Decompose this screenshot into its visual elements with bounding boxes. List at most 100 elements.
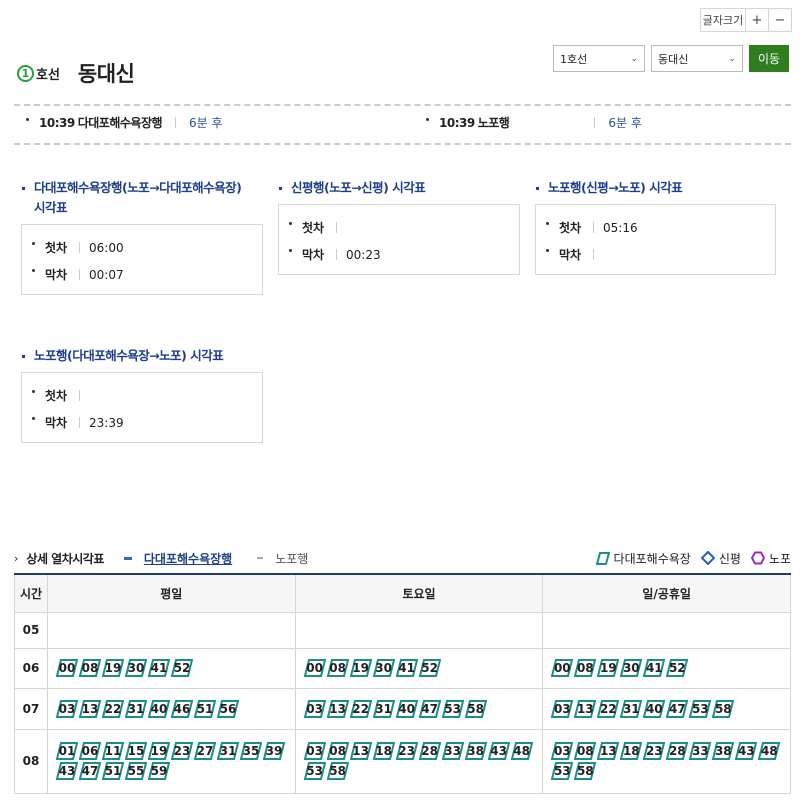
station-select-value: 동대신 bbox=[658, 52, 689, 66]
minute-value: 23 bbox=[173, 744, 191, 758]
first-train-row: 첫차 06:00 bbox=[30, 234, 254, 261]
station-select[interactable]: 동대신 ⌄ bbox=[651, 45, 743, 72]
minute-badge: 06 bbox=[78, 742, 101, 760]
minute-value: 48 bbox=[513, 744, 530, 758]
minute-value: 03 bbox=[553, 701, 571, 716]
minute-value: 00 bbox=[553, 661, 571, 675]
tab-label: 노포행 bbox=[275, 551, 309, 566]
font-increase-button[interactable]: + bbox=[745, 8, 769, 32]
minute-badge: 00 bbox=[303, 659, 326, 677]
legend-item: 다대포해수욕장 bbox=[595, 550, 691, 567]
minute-value: 00 bbox=[58, 661, 76, 675]
minute-value: 13 bbox=[352, 744, 369, 758]
minute-value: 39 bbox=[265, 744, 283, 758]
minute-badge: 08 bbox=[326, 742, 349, 760]
minute-value: 03 bbox=[553, 744, 571, 758]
minute-badge: 01 bbox=[55, 742, 78, 760]
minute-badge: 19 bbox=[349, 659, 372, 677]
minute-value: 22 bbox=[352, 701, 369, 716]
minute-value: 18 bbox=[622, 744, 640, 758]
minute-badge: 19 bbox=[101, 659, 124, 677]
minutes-cell bbox=[46, 611, 296, 649]
minute-badge: 08 bbox=[574, 742, 597, 760]
minute-value: 23 bbox=[398, 744, 415, 758]
tab-label: 다대포해수욕장행 bbox=[143, 551, 233, 566]
chevron-down-icon: ⌄ bbox=[630, 53, 638, 64]
minute-badge: 53 bbox=[303, 762, 326, 780]
minute-value: 13 bbox=[81, 701, 99, 716]
minute-value: 22 bbox=[104, 701, 122, 716]
timetable-title-line: 노포행(다대포해수욕장→노포) 시각표 bbox=[34, 348, 224, 363]
minute-value: 47 bbox=[668, 701, 686, 716]
minute-value: 53 bbox=[306, 764, 323, 778]
minutes-cell: 00 08 19 30 41 52 bbox=[294, 647, 544, 689]
minute-value: 31 bbox=[219, 744, 237, 758]
minute-badge: 47 bbox=[418, 699, 441, 718]
minute-badge: 18 bbox=[620, 742, 643, 760]
minute-value: 43 bbox=[58, 764, 76, 778]
minute-badge: 30 bbox=[124, 659, 147, 677]
line-select[interactable]: 1호선 ⌄ bbox=[553, 45, 645, 72]
minute-value: 08 bbox=[329, 744, 346, 758]
legend-item: 신평 bbox=[700, 550, 741, 567]
first-train-label: 첫차 bbox=[45, 241, 68, 255]
minute-value: 00 bbox=[306, 661, 323, 675]
station-selector: 1호선 ⌄ 동대신 ⌄ 이동 bbox=[553, 45, 789, 72]
minute-badge: 19 bbox=[597, 659, 620, 677]
first-train-time: 06:00 bbox=[89, 240, 124, 255]
font-size-controls: 글자크기 + − bbox=[700, 8, 792, 32]
hour-cell: 08 bbox=[14, 728, 48, 794]
hexagon-icon bbox=[750, 551, 765, 565]
last-train-row: 막차 00:23 bbox=[287, 241, 511, 268]
minute-value: 58 bbox=[576, 764, 594, 778]
tab-dadaepo[interactable]: 다대포해수욕장행 bbox=[123, 550, 233, 567]
timetable-title: 신평행(노포→신평) 시각표 bbox=[278, 178, 520, 198]
arrival-time: 10:39 bbox=[39, 115, 75, 130]
minute-value: 06 bbox=[81, 744, 99, 758]
minute-badge: 23 bbox=[643, 742, 666, 760]
minute-value: 19 bbox=[150, 744, 168, 758]
minute-badge: 58 bbox=[712, 699, 735, 718]
last-train-row: 막차 00:07 bbox=[30, 261, 254, 288]
minute-value: 52 bbox=[668, 661, 686, 675]
go-button[interactable]: 이동 bbox=[749, 45, 789, 72]
timetable-title-line: 노포행(신평→노포) 시각표 bbox=[548, 180, 683, 195]
bullet-icon bbox=[546, 249, 549, 252]
minute-value: 56 bbox=[219, 701, 237, 716]
minute-value: 30 bbox=[127, 661, 145, 675]
arrival-info: 10:39 다대포해수욕장행 6분 후 10:39 노포행 6분 후 bbox=[14, 114, 791, 131]
font-decrease-button[interactable]: − bbox=[768, 8, 792, 32]
first-train-row: 첫차 05:16 bbox=[544, 214, 767, 241]
minute-value: 52 bbox=[421, 661, 438, 675]
minute-value: 13 bbox=[329, 701, 346, 716]
minute-value: 03 bbox=[58, 701, 76, 716]
minute-badge: 13 bbox=[326, 699, 349, 718]
tab-nopo[interactable]: 노포행 bbox=[257, 550, 308, 567]
first-train-row: 첫차 bbox=[30, 382, 254, 409]
minute-badge: 47 bbox=[666, 699, 689, 718]
separator bbox=[79, 390, 80, 401]
minute-value: 18 bbox=[375, 744, 392, 758]
minute-value: 28 bbox=[668, 744, 686, 758]
minute-value: 58 bbox=[714, 701, 732, 716]
last-train-time: 00:07 bbox=[89, 267, 124, 282]
line-suffix: 호선 bbox=[36, 67, 60, 83]
minute-value: 08 bbox=[576, 744, 594, 758]
minute-value: 30 bbox=[622, 661, 640, 675]
minute-badge: 47 bbox=[78, 762, 101, 780]
arrival-remaining: 6분 후 bbox=[189, 116, 223, 130]
hour-cell: 06 bbox=[14, 647, 48, 689]
minute-badge: 08 bbox=[574, 659, 597, 677]
minutes-cell: 00 08 19 30 41 52 bbox=[46, 647, 296, 689]
minute-badge: 23 bbox=[170, 742, 193, 760]
minute-badge: 35 bbox=[239, 742, 262, 760]
first-train-label: 첫차 bbox=[559, 221, 582, 235]
minute-value: 43 bbox=[490, 744, 507, 758]
minute-value: 03 bbox=[306, 701, 323, 716]
first-train-label: 첫차 bbox=[45, 389, 68, 403]
station-name: 동대신 bbox=[77, 62, 135, 86]
separator bbox=[79, 242, 80, 253]
last-train-label: 막차 bbox=[302, 248, 325, 262]
minute-badge: 41 bbox=[643, 659, 666, 677]
first-train-label: 첫차 bbox=[302, 221, 325, 235]
